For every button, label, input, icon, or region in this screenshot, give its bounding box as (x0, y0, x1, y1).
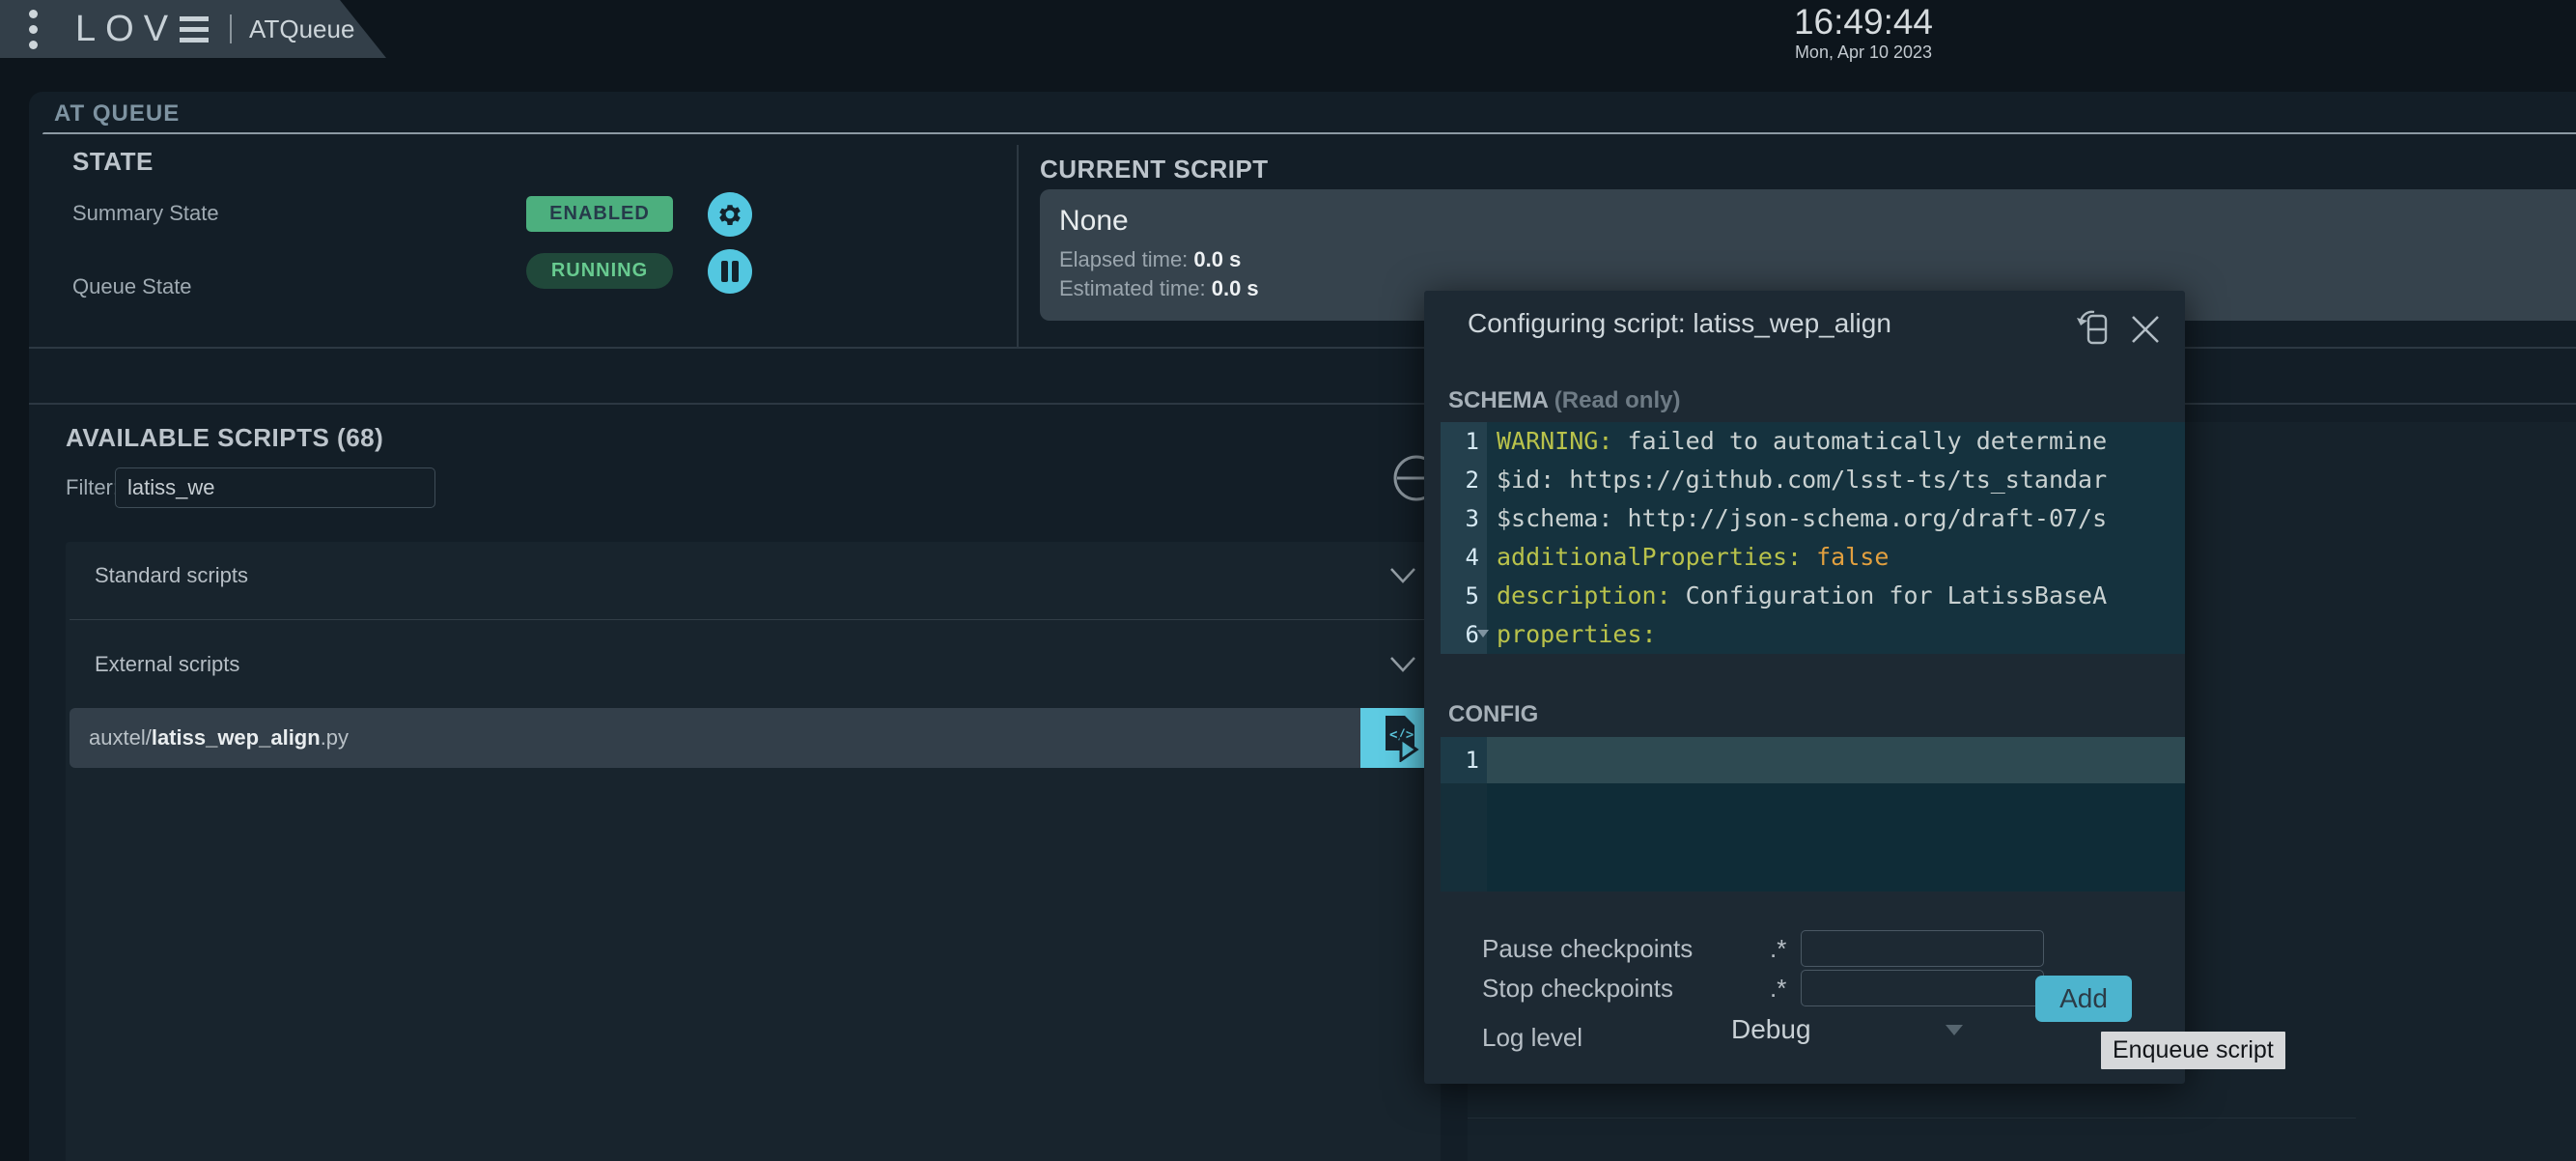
schema-section-title: SCHEMA (Read only) (1448, 387, 1680, 414)
top-navbar: LOV ATQueue 16:49:44 Mon, Apr 10 2023 (0, 0, 2576, 58)
close-modal-button[interactable] (2129, 313, 2162, 346)
filter-label: Filter: (66, 475, 119, 500)
pause-checkpoints-input[interactable] (1801, 930, 2044, 967)
estimated-time-value: 0.0 s (1212, 276, 1259, 300)
add-button[interactable]: Add (2035, 976, 2132, 1022)
script-name: latiss_wep_align (152, 725, 321, 750)
summary-state-badge: ENABLED (526, 196, 673, 232)
schema-code-line: 4additionalProperties: false (1441, 538, 2185, 577)
page-title: AT QUEUE (54, 100, 180, 127)
summary-state-gear-button[interactable] (708, 192, 752, 237)
config-empty-area[interactable] (1487, 783, 2185, 892)
schema-editor[interactable]: 1WARNING: failed to automatically determ… (1441, 422, 2185, 654)
logo-text: LOV (75, 9, 178, 50)
rotate-panel-icon (2073, 308, 2114, 351)
log-level-select[interactable]: Debug (1731, 1014, 1963, 1045)
stop-regex-hint: .* (1770, 974, 1786, 1004)
config-active-line[interactable] (1487, 737, 2185, 783)
config-section-title: CONFIG (1448, 701, 1538, 728)
schema-code-line: 3$schema: http://json-schema.org/draft-0… (1441, 499, 2185, 538)
queue-pause-button[interactable] (708, 249, 752, 294)
state-section-title: STATE (72, 147, 154, 177)
pause-icon (718, 259, 742, 284)
log-level-label: Log level (1482, 1023, 1582, 1053)
chevron-down-icon (1388, 567, 1417, 584)
config-gutter (1441, 783, 1487, 892)
clock-date: Mon, Apr 10 2023 (1699, 42, 2028, 63)
current-script-title: CURRENT SCRIPT (1040, 155, 1269, 184)
divider-line (29, 403, 2576, 405)
schema-code-line: 6properties: (1441, 615, 2185, 654)
kebab-menu-icon[interactable] (14, 10, 52, 49)
script-extension: .py (321, 725, 349, 750)
schema-code-line: 1WARNING: failed to automatically determ… (1441, 422, 2185, 461)
title-rule (42, 132, 2576, 134)
group-standard-scripts[interactable]: Standard scripts (66, 552, 1441, 600)
schema-code-line: 5description: Configuration for LatissBa… (1441, 577, 2185, 615)
navbar-logo-area: LOV ATQueue (0, 0, 386, 58)
estimated-time-label: Estimated time: (1059, 276, 1206, 300)
toggle-orientation-button[interactable] (2073, 308, 2114, 351)
current-script-name: None (1059, 205, 2557, 238)
logo-separator (230, 14, 232, 43)
chevron-down-icon (1388, 656, 1417, 673)
config-editor[interactable]: 1 (1441, 737, 2185, 892)
gear-icon (715, 200, 744, 229)
group-external-scripts[interactable]: External scripts (66, 640, 1441, 689)
logo-e-bars-icon (180, 16, 209, 42)
select-caret-icon (1946, 1025, 1963, 1035)
config-line-number: 1 (1441, 737, 1487, 783)
modal-title: Configuring script: latiss_wep_align (1468, 308, 1891, 339)
queue-panel-divider (1468, 1118, 2356, 1119)
state-divider (1017, 145, 1019, 347)
schema-readonly-hint: (Read only) (1554, 387, 1681, 413)
love-logo: LOV ATQueue (75, 9, 354, 50)
enqueue-script-tooltip: Enqueue script (2101, 1032, 2285, 1069)
external-scripts-label: External scripts (95, 652, 239, 677)
elapsed-time-value: 0.0 s (1193, 247, 1241, 271)
filter-input[interactable] (115, 467, 435, 508)
standard-scripts-label: Standard scripts (95, 563, 248, 588)
stop-checkpoints-input[interactable] (1801, 970, 2044, 1006)
elapsed-time-label: Elapsed time: (1059, 247, 1188, 271)
app-title: ATQueue (249, 14, 354, 44)
fold-arrow-icon[interactable] (1477, 630, 1489, 637)
clock-time: 16:49:44 (1699, 2, 2028, 42)
pause-checkpoints-label: Pause checkpoints (1482, 934, 1693, 964)
group-divider (70, 619, 1441, 620)
close-icon (2129, 313, 2162, 346)
divider-line (29, 347, 2576, 349)
queue-state-label: Queue State (72, 274, 192, 299)
summary-state-label: Summary State (72, 201, 219, 226)
script-path-prefix: auxtel/ (89, 725, 152, 750)
available-scripts-title: AVAILABLE SCRIPTS (68) (66, 423, 383, 453)
queue-state-badge: RUNNING (526, 253, 673, 289)
scripts-list-card: Standard scripts External scripts (66, 542, 1441, 1161)
configure-script-modal: Configuring script: latiss_wep_align SCH… (1424, 291, 2185, 1084)
log-level-value: Debug (1731, 1014, 1811, 1045)
stop-checkpoints-label: Stop checkpoints (1482, 974, 1673, 1004)
pause-regex-hint: .* (1770, 934, 1786, 964)
script-launch-icon: </> (1378, 714, 1422, 762)
clock: 16:49:44 Mon, Apr 10 2023 (1699, 0, 2028, 63)
schema-code-line: 2$id: https://github.com/lsst-ts/ts_stan… (1441, 461, 2185, 499)
script-list-item[interactable]: auxtel/latiss_wep_align.py (70, 708, 1360, 768)
